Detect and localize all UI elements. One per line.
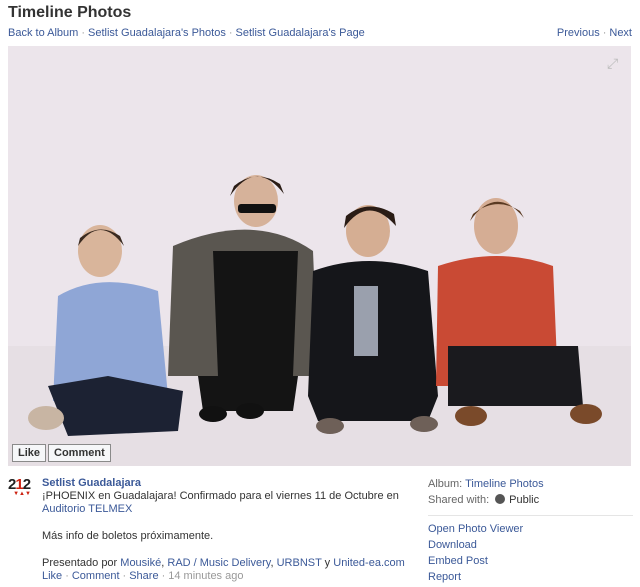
sponsor-link[interactable]: URBNST: [277, 557, 322, 569]
download-link[interactable]: Download: [428, 539, 633, 552]
separator: ·: [161, 570, 166, 582]
timestamp[interactable]: 14 minutes ago: [168, 570, 243, 582]
presented-prefix: Presentado por: [42, 557, 121, 569]
photo[interactable]: ⤢: [8, 46, 631, 466]
album-link[interactable]: Timeline Photos: [465, 478, 543, 490]
venue-link[interactable]: Auditorio TELMEX: [42, 503, 132, 515]
separator: ·: [65, 570, 69, 582]
sponsor-and: y: [321, 557, 334, 569]
globe-icon: [495, 494, 506, 504]
photos-link[interactable]: Setlist Guadalajara's Photos: [88, 27, 226, 39]
shared-label: Shared with:: [428, 494, 490, 506]
separator: ·: [122, 570, 127, 582]
comment-link[interactable]: Comment: [72, 570, 120, 582]
post-text: ¡PHOENIX en Guadalajara! Confirmado para…: [42, 490, 407, 516]
author-link[interactable]: Setlist Guadalajara: [42, 477, 141, 489]
share-link[interactable]: Share: [129, 570, 158, 582]
avatar-mark: ▼▲▼: [13, 491, 31, 497]
avatar[interactable]: 212 ▼▲▼: [8, 476, 36, 506]
album-row: Album: Timeline Photos: [428, 478, 633, 491]
page-link[interactable]: Setlist Guadalajara's Page: [236, 27, 365, 39]
report-link[interactable]: Report: [428, 571, 633, 584]
album-label: Album:: [428, 478, 463, 490]
post-line2: Más info de boletos próximamente.: [42, 530, 214, 542]
open-photo-viewer-link[interactable]: Open Photo Viewer: [428, 523, 633, 536]
expand-icon[interactable]: ⤢: [607, 56, 621, 70]
separator: ·: [602, 27, 607, 39]
sponsor-link[interactable]: United-ea.com: [333, 557, 405, 569]
embed-post-link[interactable]: Embed Post: [428, 555, 633, 568]
breadcrumb: Back to Album · Setlist Guadalajara's Phot…: [8, 27, 365, 39]
separator: ·: [81, 27, 85, 39]
page-title: Timeline Photos: [8, 4, 132, 21]
divider: [428, 515, 633, 516]
comment-button[interactable]: Comment: [48, 444, 111, 462]
photo-actions: Like Comment: [12, 444, 113, 462]
separator: ·: [228, 27, 233, 39]
sponsor-link[interactable]: RAD / Music Delivery: [167, 557, 270, 569]
back-to-album-link[interactable]: Back to Album: [8, 27, 78, 39]
sponsor-link[interactable]: Mousiké: [120, 557, 161, 569]
post-actions: Like · Comment · Share · 14 minutes ago: [42, 570, 407, 583]
post-line1: ¡PHOENIX en Guadalajara! Confirmado para…: [42, 490, 399, 502]
like-button[interactable]: Like: [12, 444, 47, 462]
post-body: Setlist Guadalajara ¡PHOENIX en Guadalaj…: [42, 477, 407, 583]
sponsors-line: Presentado por Mousiké, RAD / Music Deli…: [42, 557, 405, 569]
photo-pager: Previous · Next: [557, 27, 632, 39]
next-link[interactable]: Next: [609, 27, 632, 39]
privacy-row: Shared with: Public: [428, 494, 633, 507]
like-link[interactable]: Like: [42, 570, 62, 582]
previous-link[interactable]: Previous: [557, 27, 600, 39]
privacy-value[interactable]: Public: [509, 494, 539, 506]
band-photo-image: [8, 46, 631, 466]
photo-sidebar: Album: Timeline Photos Shared with: Publi…: [428, 478, 633, 587]
